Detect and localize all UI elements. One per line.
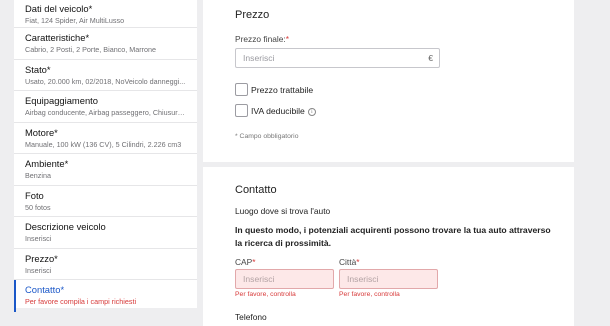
- info-icon[interactable]: i: [307, 108, 316, 116]
- cap-input[interactable]: Inserisci: [235, 269, 334, 289]
- cap-error: Per favore, controlla: [235, 291, 296, 298]
- negotiable-label: Prezzo trattabile: [251, 85, 314, 95]
- sidebar-item-summary: 50 fotos: [25, 202, 51, 212]
- phone-label: Telefono: [235, 312, 267, 322]
- sidebar-item-label: Caratteristiche*: [25, 32, 90, 43]
- sidebar-item-photos[interactable]: Foto 50 fotos: [14, 186, 197, 217]
- sidebar-item-label: Dati del veicolo*: [25, 3, 93, 14]
- vat-deductible-row: IVA deducibile i: [251, 106, 316, 116]
- sidebar-item-condition[interactable]: Stato* Usato, 20.000 km, 02/2018, NoVeic…: [14, 60, 197, 91]
- location-description: In questo modo, i potenziali acquirenti …: [235, 225, 551, 248]
- city-error: Per favore, controlla: [339, 291, 400, 298]
- city-label: Città*: [339, 257, 360, 267]
- sidebar-item-label: Contatto*: [25, 284, 65, 295]
- city-input[interactable]: Inserisci: [339, 269, 438, 289]
- final-price-placeholder: Inserisci: [243, 53, 275, 63]
- sidebar-item-label: Stato*: [25, 63, 51, 75]
- sidebar-item-environment[interactable]: Ambiente* Benzina: [14, 154, 197, 186]
- sidebar-item-contact[interactable]: Contatto* Per favore compila i campi ric…: [14, 280, 197, 312]
- final-price-input[interactable]: Inserisci €: [235, 48, 440, 68]
- sidebar-item-summary: Fiat, 124 Spider, Air MultiLusso: [25, 16, 125, 25]
- cap-placeholder: Inserisci: [243, 274, 275, 284]
- sidebar-item-label: Motore*: [25, 126, 58, 138]
- city-placeholder: Inserisci: [347, 274, 379, 284]
- sidebar-item-price[interactable]: Prezzo* Inserisci: [14, 249, 197, 280]
- sidebar-item-error: Per favore compila i campi richiesti: [25, 297, 137, 306]
- sidebar-item-summary: Manuale, 100 kW (136 CV), 5 Cilindri, 2.…: [25, 139, 182, 149]
- sidebar-item-summary: Cabrio, 2 Posti, 2 Porte, Bianco, Marron…: [25, 45, 157, 54]
- sidebar-item-label: Descrizione veicolo: [25, 221, 106, 232]
- price-section: Prezzo Prezzo finale:* Inserisci € Prezz…: [203, 0, 574, 162]
- required-field-note: * Campo obbligatorio: [235, 133, 299, 140]
- sidebar-item-engine[interactable]: Motore* Manuale, 100 kW (136 CV), 5 Cili…: [14, 123, 197, 154]
- sidebar-item-summary: Inserisci: [25, 265, 52, 275]
- negotiable-checkbox[interactable]: [235, 83, 248, 96]
- sidebar-item-equipment[interactable]: Equipaggiamento Airbag conducente, Airba…: [14, 91, 197, 123]
- sidebar-item-label: Ambiente*: [25, 158, 69, 169]
- price-title: Prezzo: [235, 9, 270, 21]
- sidebar-item-summary: Airbag conducente, Airbag passeggero, Ch…: [25, 108, 186, 117]
- contact-section: Contatto Luogo dove si trova l'auto In q…: [203, 167, 574, 326]
- sidebar-item-summary: Usato, 20.000 km, 02/2018, NoVeicolo dan…: [25, 76, 186, 86]
- cap-label: CAP*: [235, 257, 256, 267]
- euro-icon: €: [428, 53, 433, 63]
- sidebar-item-vehicle-data[interactable]: Dati del veicolo* Fiat, 124 Spider, Air …: [14, 0, 197, 28]
- sidebar-item-description[interactable]: Descrizione veicolo Inserisci: [14, 217, 197, 249]
- sidebar-item-summary: Benzina: [25, 171, 51, 180]
- vat-deductible-checkbox[interactable]: [235, 104, 248, 117]
- sidebar-item-label: Equipaggiamento: [25, 95, 98, 106]
- sidebar-item-summary: Inserisci: [25, 234, 52, 243]
- sidebar-item-features[interactable]: Caratteristiche* Cabrio, 2 Posti, 2 Port…: [14, 28, 197, 60]
- vat-deductible-label: IVA deducibile: [251, 106, 305, 116]
- sidebar-item-label: Prezzo*: [25, 252, 58, 264]
- contact-title: Contatto: [235, 184, 277, 196]
- final-price-label: Prezzo finale:*: [235, 34, 290, 44]
- sidebar-nav: Dati del veicolo* Fiat, 124 Spider, Air …: [14, 0, 197, 312]
- sidebar-item-label: Foto: [25, 189, 44, 201]
- car-location-heading: Luogo dove si trova l'auto: [235, 206, 331, 216]
